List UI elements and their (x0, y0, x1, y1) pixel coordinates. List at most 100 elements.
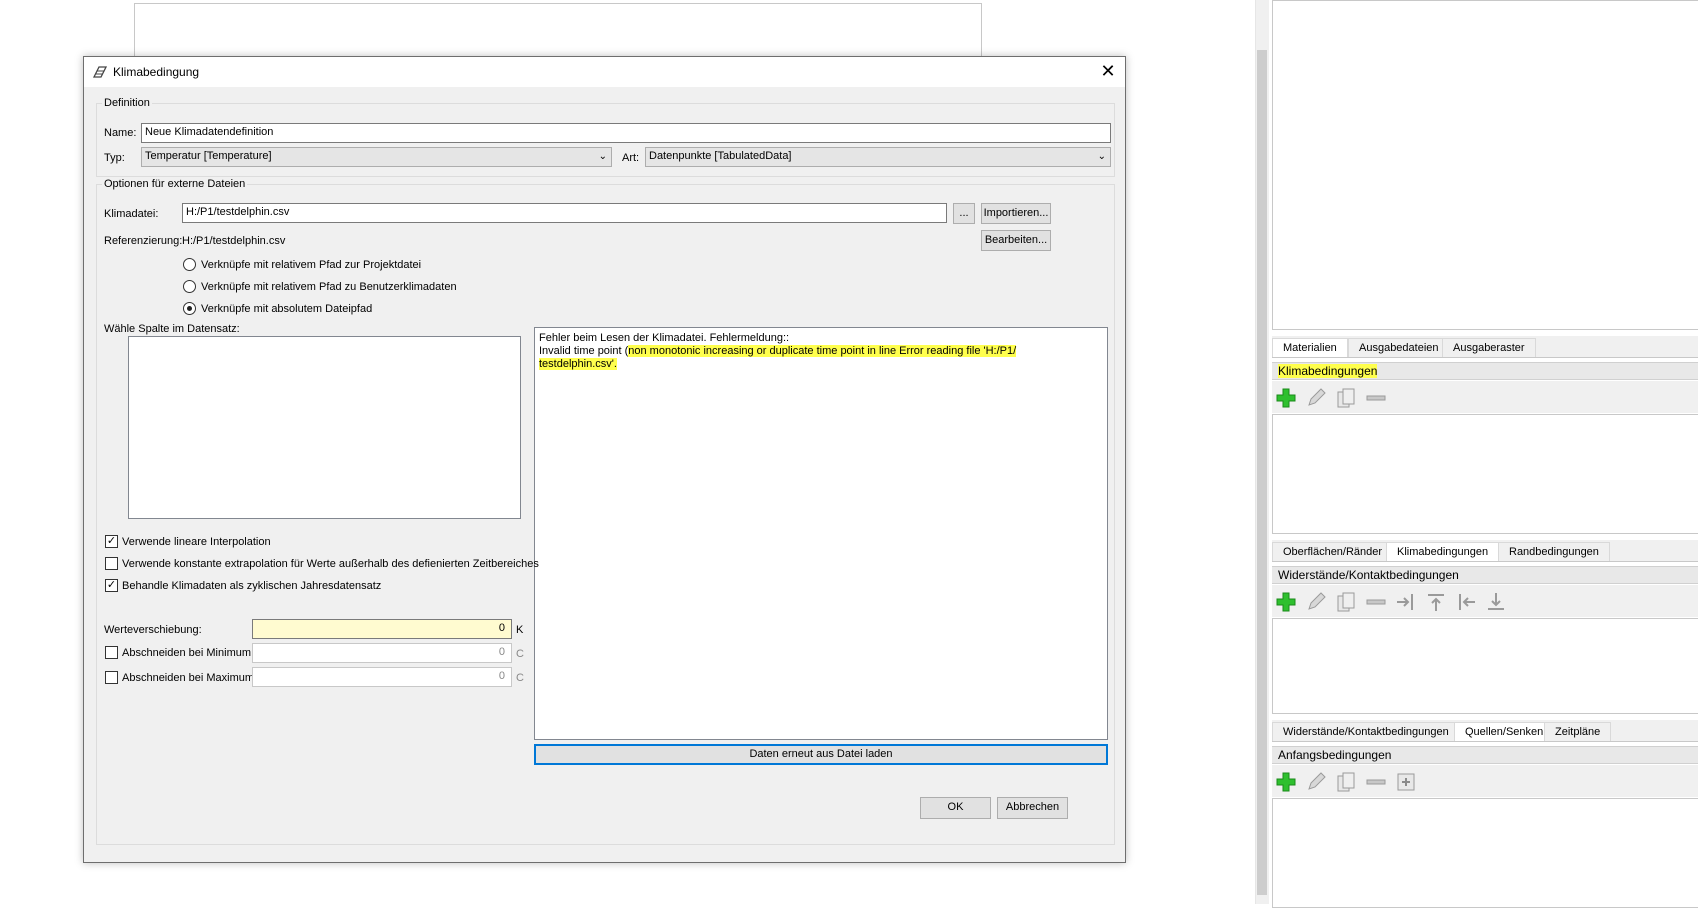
max-label: Abschneiden bei Maximum: (122, 672, 258, 684)
widerstaende-toolbar (1272, 585, 1698, 617)
widerstaende-header: Widerstände/Kontaktbedingungen (1272, 566, 1698, 584)
dialog-titlebar: Klimabedingung ✕ (84, 57, 1125, 87)
tab-ausgaberaster[interactable]: Ausgaberaster (1442, 338, 1536, 357)
anfangsbedingungen-header: Anfangsbedingungen (1272, 746, 1698, 764)
shift-label: Werteverschiebung: (104, 624, 202, 636)
remove-icon[interactable] (1364, 386, 1388, 410)
chk-min-cutoff[interactable] (105, 646, 118, 659)
chk-max-cutoff[interactable] (105, 671, 118, 684)
assign-left-icon[interactable] (1454, 590, 1478, 614)
radio-relative-project-label: Verknüpfe mit relativem Pfad zur Projekt… (201, 259, 422, 271)
tabbar-1: Materialien Ausgabedateien Ausgaberaster (1272, 336, 1698, 358)
tabbar-2: Oberflächen/Ränder Klimabedingungen Rand… (1272, 540, 1698, 562)
radio-relative-user[interactable] (183, 280, 196, 293)
tab-oberflaechen[interactable]: Oberflächen/Ränder (1272, 542, 1394, 561)
tabbar-3: Widerstände/Kontaktbedingungen Quellen/S… (1272, 720, 1698, 742)
chk-linear-interpolation-label: Verwende lineare Interpolation (122, 536, 271, 548)
error-message-line1: Fehler beim Lesen der Klimadatei. Fehler… (539, 332, 790, 344)
error-message-highlight: non monotonic increasing or duplicate ti… (628, 345, 1017, 357)
min-field[interactable]: 0 (252, 643, 512, 663)
reload-button[interactable]: Daten erneut aus Datei laden (534, 744, 1108, 765)
copy-icon[interactable] (1334, 770, 1358, 794)
copy-icon[interactable] (1334, 590, 1358, 614)
klimabedingungen-list[interactable] (1272, 414, 1698, 534)
anfangsbedingungen-list[interactable] (1272, 798, 1698, 908)
definition-group-label: Definition (102, 97, 152, 109)
anfangsbedingungen-toolbar (1272, 765, 1698, 797)
assign-bottom-icon[interactable] (1484, 590, 1508, 614)
edit-button[interactable]: Bearbeiten... (981, 230, 1051, 251)
scrollbar-thumb[interactable] (1257, 50, 1267, 895)
tab-quellen-senken[interactable]: Quellen/Senken (1454, 722, 1555, 741)
tab-klimabedingungen[interactable]: Klimabedingungen (1386, 542, 1500, 561)
column-label: Wähle Spalte im Datensatz: (104, 323, 240, 335)
name-label: Name: (104, 127, 137, 139)
art-select-value: Datenpunkte [TabulatedData] (649, 150, 792, 162)
copy-icon[interactable] (1334, 386, 1358, 410)
edit-pencil-icon[interactable] (1304, 590, 1328, 614)
chk-linear-interpolation[interactable]: ✓ (105, 535, 118, 548)
tab-materialien[interactable]: Materialien (1272, 338, 1348, 357)
remove-icon[interactable] (1364, 590, 1388, 614)
klimabedingungen-title: Klimabedingungen (1278, 364, 1378, 378)
column-list[interactable] (128, 336, 521, 519)
assign-top-icon[interactable] (1424, 590, 1448, 614)
edit-pencil-icon[interactable] (1304, 386, 1328, 410)
tab-ausgabedateien[interactable]: Ausgabedateien (1348, 338, 1450, 357)
add-icon[interactable] (1274, 590, 1298, 614)
radio-absolute-label: Verknüpfe mit absolutem Dateipfad (201, 303, 373, 315)
error-message-line2: Invalid time point (non monotonic increa… (539, 345, 1103, 358)
cancel-button[interactable]: Abbrechen (997, 797, 1068, 819)
radio-relative-user-label: Verknüpfe mit relativem Pfad zu Benutzer… (201, 281, 457, 293)
tab-randbedingungen[interactable]: Randbedingungen (1498, 542, 1610, 561)
chk-cyclic-dataset-label: Behandle Klimadaten als zyklischen Jahre… (122, 580, 382, 592)
tab-widerstaende[interactable]: Widerstände/Kontaktbedingungen (1272, 722, 1460, 741)
edit-pencil-icon[interactable] (1304, 770, 1328, 794)
type-select[interactable]: Temperatur [Temperature] ⌄ (141, 147, 612, 167)
top-view-area (1272, 0, 1698, 330)
klimabedingungen-toolbar (1272, 381, 1698, 413)
assign-icon[interactable] (1394, 770, 1418, 794)
external-files-group-label: Optionen für externe Dateien (102, 178, 248, 190)
min-unit: C (516, 648, 524, 660)
chk-constant-extrapolation[interactable] (105, 557, 118, 570)
chevron-down-icon: ⌄ (1097, 151, 1106, 162)
assign-right-icon[interactable] (1394, 590, 1418, 614)
error-message-plain: Invalid time point ( (539, 345, 629, 357)
shift-field[interactable]: 0 (252, 619, 512, 639)
browse-button[interactable]: ... (953, 203, 975, 224)
radio-absolute[interactable] (183, 302, 196, 315)
klimadatei-field[interactable]: H:/P1/testdelphin.csv (182, 203, 947, 223)
dialog-title: Klimabedingung (113, 65, 200, 79)
name-field[interactable]: Neue Klimadatendefinition (141, 123, 1111, 143)
remove-icon[interactable] (1364, 770, 1388, 794)
radio-relative-project[interactable] (183, 258, 196, 271)
referenz-value: H:/P1/testdelphin.csv (182, 235, 286, 247)
min-label: Abschneiden bei Minimum: (122, 647, 255, 659)
referenz-label: Referenzierung: (104, 235, 183, 247)
app-icon (93, 66, 107, 78)
max-field[interactable]: 0 (252, 667, 512, 687)
tab-zeitplaene[interactable]: Zeitpläne (1544, 722, 1612, 741)
type-label: Typ: (104, 152, 125, 164)
art-label: Art: (622, 152, 640, 164)
import-button[interactable]: Importieren... (981, 203, 1051, 224)
error-message-line3: testdelphin.csv'. (539, 358, 1103, 371)
shift-unit: K (516, 624, 524, 636)
klimadatei-label: Klimadatei: (104, 208, 159, 220)
type-select-value: Temperatur [Temperature] (145, 150, 272, 162)
widerstaende-title: Widerstände/Kontaktbedingungen (1278, 568, 1459, 582)
add-icon[interactable] (1274, 770, 1298, 794)
error-message-highlight-2: testdelphin.csv'. (539, 358, 617, 370)
max-unit: C (516, 672, 524, 684)
add-icon[interactable] (1274, 386, 1298, 410)
chevron-down-icon: ⌄ (598, 151, 607, 162)
error-message-area: Fehler beim Lesen der Klimadatei. Fehler… (534, 327, 1108, 740)
ok-button[interactable]: OK (920, 797, 991, 819)
close-icon[interactable]: ✕ (1097, 61, 1119, 83)
chk-constant-extrapolation-label: Verwende konstante extrapolation für Wer… (122, 558, 539, 570)
chk-cyclic-dataset[interactable]: ✓ (105, 579, 118, 592)
art-select[interactable]: Datenpunkte [TabulatedData] ⌄ (645, 147, 1111, 167)
widerstaende-list[interactable] (1272, 618, 1698, 714)
klimabedingung-dialog: Klimabedingung ✕ Definition Name: Neue K… (83, 56, 1126, 863)
